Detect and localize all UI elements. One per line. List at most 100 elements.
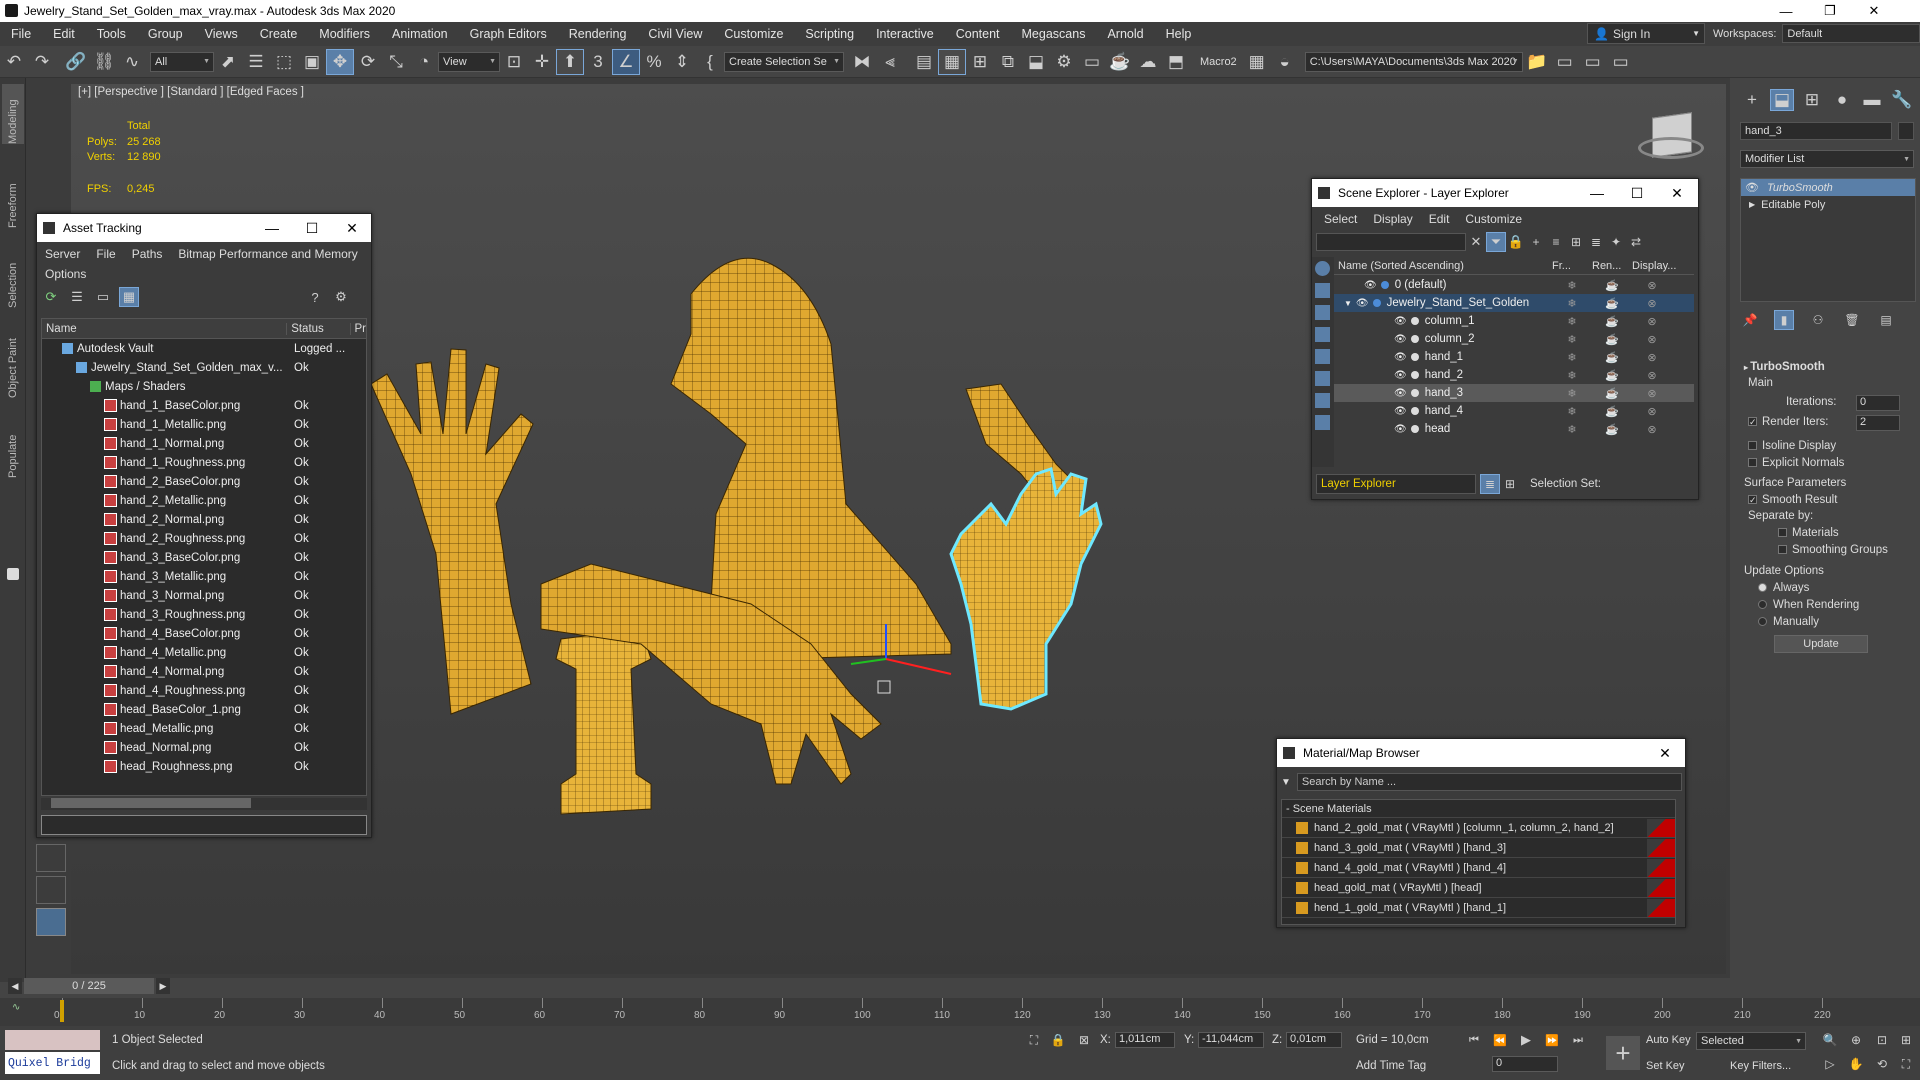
- asset-path-field[interactable]: [41, 815, 367, 835]
- menu-civil-view[interactable]: Civil View: [637, 27, 713, 41]
- track-bar[interactable]: ∿ 0 10 20 30 40 50 60 70 80 90 100 110 120 130 140 150 1…: [0, 998, 1920, 1026]
- menu-help[interactable]: Help: [1155, 27, 1203, 41]
- asset-row[interactable]: hand_2_Roughness.png Ok: [42, 529, 366, 548]
- display-icon[interactable]: ⊗: [1632, 351, 1672, 364]
- configure-sets-icon[interactable]: ▤: [1876, 310, 1896, 330]
- layer-explorer-icon[interactable]: ▤: [910, 49, 938, 75]
- display-icon[interactable]: ⊗: [1632, 405, 1672, 418]
- save-icon[interactable]: ▭: [1551, 49, 1579, 75]
- viewcube[interactable]: [1638, 112, 1704, 171]
- table-view-icon[interactable]: ▦: [119, 287, 139, 307]
- current-frame-field[interactable]: 0: [1492, 1056, 1558, 1072]
- col-status[interactable]: Status: [287, 322, 351, 335]
- asset-row[interactable]: hand_1_Metallic.png Ok: [42, 415, 366, 434]
- visibility-icon[interactable]: 👁: [1394, 370, 1407, 381]
- menu-select[interactable]: Select: [1316, 212, 1365, 226]
- visibility-icon[interactable]: 👁: [1394, 388, 1407, 399]
- viewport-label[interactable]: [+] [Perspective ] [Standard ] [Edged Fa…: [78, 86, 304, 98]
- hand-3-mesh[interactable]: [949, 467, 1103, 711]
- render-icon[interactable]: ☕: [1592, 387, 1632, 400]
- close-icon[interactable]: ✕: [1852, 0, 1896, 22]
- align-icon[interactable]: ⫷: [876, 49, 904, 75]
- maxscript-listener-pink[interactable]: [5, 1030, 100, 1050]
- rect-selection-icon[interactable]: ⬚: [270, 49, 298, 75]
- hierarchy-tab-icon[interactable]: ⊞: [1800, 89, 1824, 111]
- hierarchy-icon[interactable]: ⊞: [1566, 232, 1586, 252]
- fov-icon[interactable]: ▷: [1820, 1054, 1840, 1074]
- settings-icon[interactable]: ⚙: [331, 287, 351, 307]
- schematic-view-icon[interactable]: ⧉: [994, 49, 1022, 75]
- display-icon[interactable]: ⊗: [1632, 387, 1672, 400]
- menu-megascans[interactable]: Megascans: [1011, 27, 1097, 41]
- menu-customize[interactable]: Customize: [1457, 212, 1530, 226]
- asset-tracking-titlebar[interactable]: Asset Tracking — ☐ ✕: [37, 214, 371, 242]
- object-color-swatch[interactable]: [1898, 122, 1914, 140]
- scene-materials-group[interactable]: - Scene Materials: [1282, 800, 1675, 818]
- asset-row[interactable]: hand_1_BaseColor.png Ok: [42, 396, 366, 415]
- smooth-result-checkbox[interactable]: ✓: [1748, 495, 1757, 505]
- display-tab-icon[interactable]: ▬: [1860, 89, 1884, 111]
- asset-row[interactable]: hand_4_Roughness.png Ok: [42, 681, 366, 700]
- render-icon[interactable]: ☕: [1592, 369, 1632, 382]
- show-end-result-icon[interactable]: ▮: [1774, 310, 1794, 330]
- layout-preset-3[interactable]: [36, 908, 66, 936]
- make-unique-icon[interactable]: ⚇: [1808, 310, 1828, 330]
- render-iters-checkbox[interactable]: ✓: [1748, 417, 1757, 427]
- search-options-icon[interactable]: ▼: [1281, 777, 1291, 788]
- snaps-toggle-icon[interactable]: 3: [584, 49, 612, 75]
- asset-row[interactable]: head_Normal.png Ok: [42, 738, 366, 757]
- zoom-extents-icon[interactable]: ⊡: [1872, 1030, 1892, 1050]
- thumbnail-view-icon[interactable]: ▭: [93, 287, 113, 307]
- material-browser-titlebar[interactable]: Material/Map Browser ✕: [1277, 739, 1685, 767]
- hand-1-mesh[interactable]: [370, 348, 534, 715]
- menu-display[interactable]: Display: [1365, 212, 1420, 226]
- layout-preset-1[interactable]: [36, 844, 66, 872]
- render-cloud-icon[interactable]: ☁: [1134, 49, 1162, 75]
- asset-row[interactable]: head_BaseColor_1.png Ok: [42, 700, 366, 719]
- quixel-bridge-field[interactable]: Quixel Bridg: [5, 1052, 100, 1074]
- freeze-icon[interactable]: ❄: [1552, 423, 1592, 436]
- open-icon[interactable]: ▭: [1579, 49, 1607, 75]
- select-manipulate-icon[interactable]: ✛: [528, 49, 556, 75]
- menu-options[interactable]: Options: [37, 267, 94, 281]
- y-coordinate-field[interactable]: -11,044cm: [1198, 1032, 1264, 1048]
- column-1-mesh[interactable]: [555, 628, 652, 815]
- sign-in-dropdown[interactable]: 👤 Sign In ▼: [1587, 23, 1705, 44]
- highlight-icon[interactable]: ✦: [1606, 232, 1626, 252]
- col-name[interactable]: Name: [42, 322, 288, 335]
- pan-icon[interactable]: ✋: [1846, 1054, 1866, 1074]
- material-item[interactable]: head_gold_mat ( VRayMtl ) [head]: [1282, 878, 1675, 898]
- zoom-all-icon[interactable]: ⊕: [1846, 1030, 1866, 1050]
- menu-bitmap-performance[interactable]: Bitmap Performance and Memory: [170, 247, 365, 261]
- display-icon[interactable]: ⊗: [1632, 333, 1672, 346]
- scene-row[interactable]: 👁 hand_4 ❄ ☕ ⊗: [1334, 402, 1694, 420]
- manually-radio[interactable]: [1758, 617, 1767, 627]
- material-editor-icon[interactable]: ⬓: [1022, 49, 1050, 75]
- set-key-button[interactable]: Set Key: [1646, 1060, 1685, 1072]
- minimize-icon[interactable]: —: [252, 214, 292, 242]
- stack-item-editable-poly[interactable]: ▶ Editable Poly: [1741, 196, 1915, 213]
- asset-row[interactable]: hand_4_Metallic.png Ok: [42, 643, 366, 662]
- edit-named-selection-icon[interactable]: {: [696, 49, 724, 75]
- layer-mode-icon[interactable]: ≣: [1480, 474, 1500, 494]
- display-icon[interactable]: ⊗: [1632, 297, 1672, 310]
- asset-row[interactable]: head_Metallic.png Ok: [42, 719, 366, 738]
- scene-explorer-titlebar[interactable]: Scene Explorer - Layer Explorer — ☐ ✕: [1312, 179, 1698, 207]
- display-helpers-icon[interactable]: [1315, 349, 1330, 364]
- col-pr[interactable]: Pr: [351, 323, 367, 335]
- freeze-icon[interactable]: ❄: [1552, 405, 1592, 418]
- tab-selection[interactable]: Selection: [2, 238, 24, 308]
- freeze-icon[interactable]: ❄: [1552, 333, 1592, 346]
- viewcube-ring[interactable]: [1638, 137, 1704, 159]
- scene-row[interactable]: 👁 head ❄ ☕ ⊗: [1334, 420, 1694, 438]
- angle-snap-icon[interactable]: ∠: [612, 48, 640, 75]
- list-view-icon[interactable]: ☰: [67, 287, 87, 307]
- render-iters-spinner[interactable]: 2: [1856, 415, 1900, 431]
- z-coordinate-field[interactable]: 0,01cm: [1286, 1032, 1342, 1048]
- materials-checkbox[interactable]: [1778, 528, 1787, 538]
- zoom-extents-all-icon[interactable]: ⊞: [1896, 1030, 1916, 1050]
- menu-interactive[interactable]: Interactive: [865, 27, 945, 41]
- freeze-icon[interactable]: ❄: [1552, 279, 1592, 292]
- arnold-icon[interactable]: ◒: [1271, 49, 1299, 75]
- tab-populate[interactable]: Populate: [2, 408, 24, 478]
